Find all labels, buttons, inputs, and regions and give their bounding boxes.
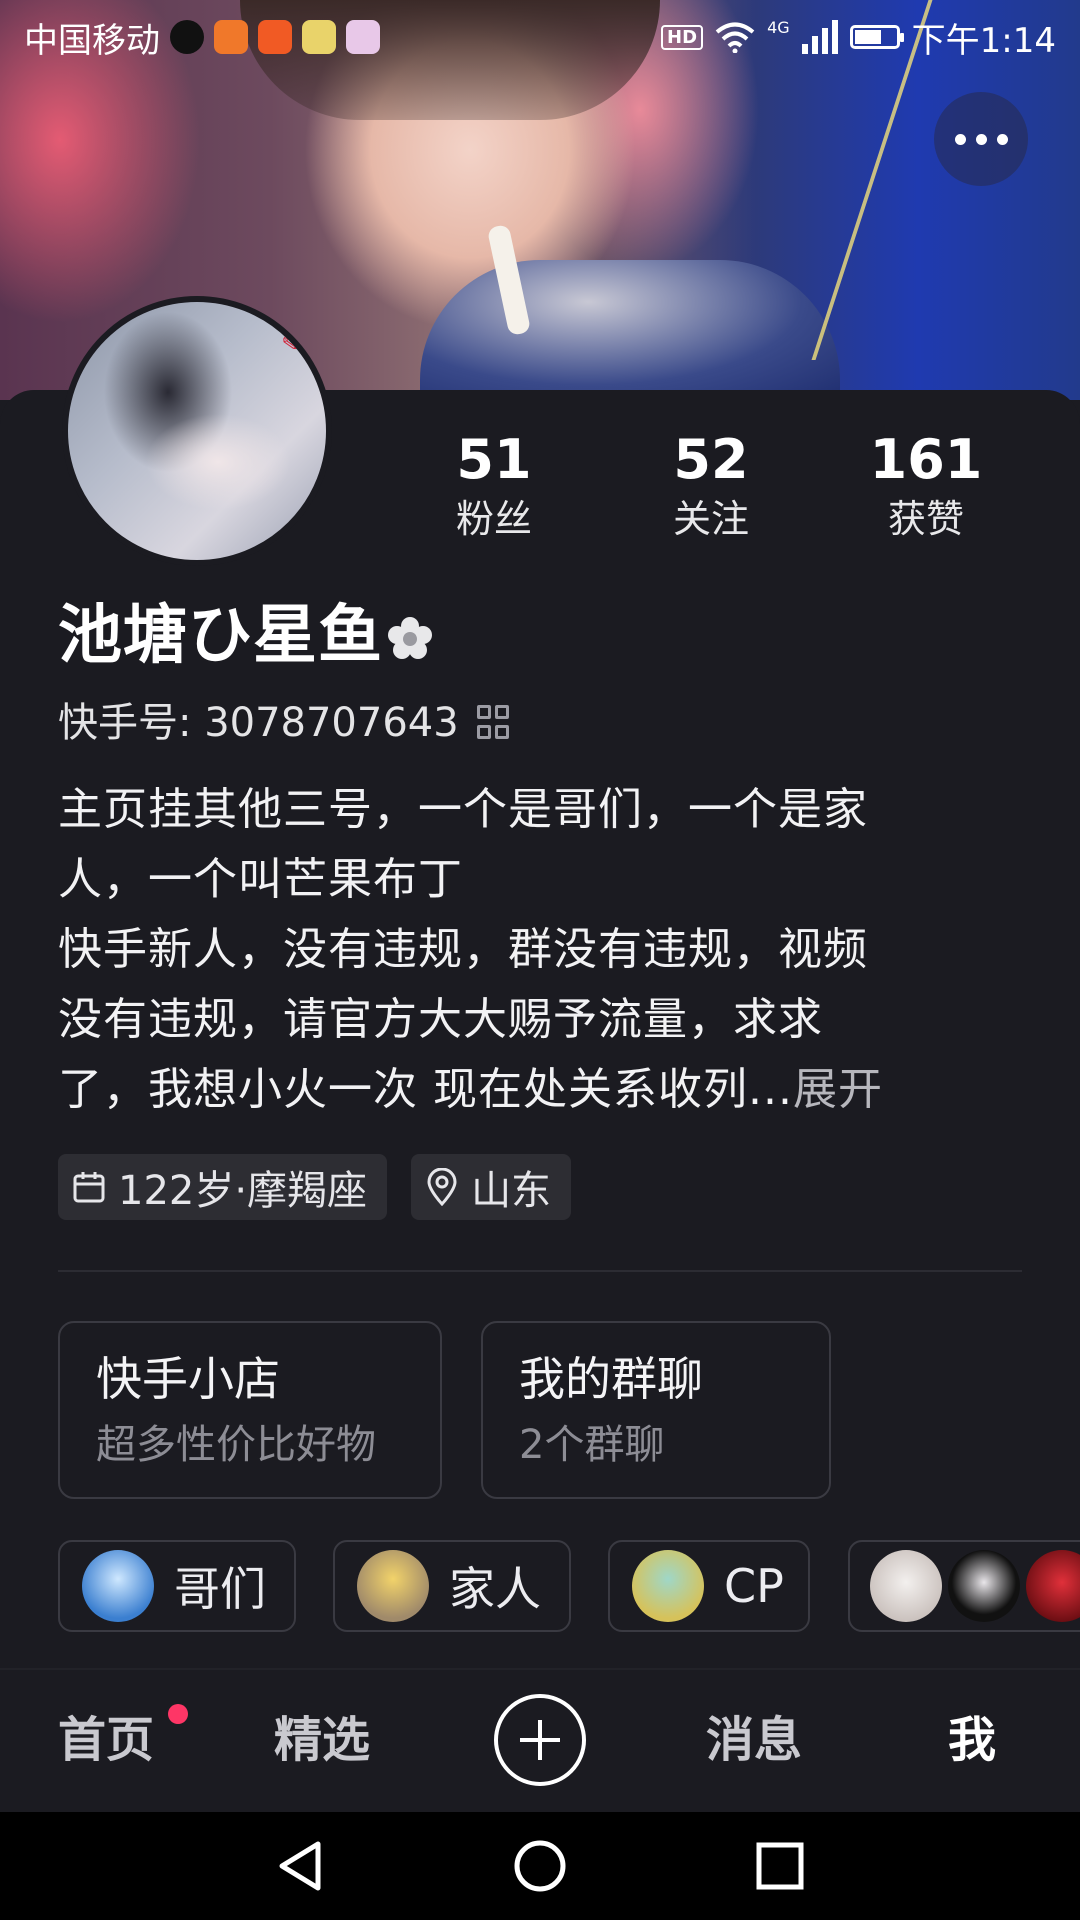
tab-messages[interactable]: 消息 bbox=[706, 1710, 802, 1770]
following-count: 52 bbox=[673, 428, 749, 491]
likes-label: 获赞 bbox=[887, 497, 964, 541]
flower-emoji-icon bbox=[388, 617, 432, 660]
bio-line: 了，我想小火一次 现在处关系收列... bbox=[58, 1064, 793, 1115]
more-linked-accounts-chip[interactable] bbox=[848, 1540, 1080, 1632]
signal-icon bbox=[801, 20, 838, 54]
network-type: 4G bbox=[767, 17, 790, 37]
profile-tags: 122岁·摩羯座 山东 bbox=[58, 1154, 572, 1220]
clock: 下午1:14 bbox=[911, 20, 1056, 61]
avatar bbox=[1026, 1550, 1080, 1622]
group-chats-card[interactable]: 我的群聊 2个群聊 bbox=[481, 1321, 831, 1499]
qr-code-icon[interactable] bbox=[476, 705, 509, 741]
age-constellation-text: 122岁·摩羯座 bbox=[118, 1168, 368, 1214]
bio-line: 没有违规，请官方大大赐予流量，求求 bbox=[58, 994, 823, 1045]
avatar bbox=[357, 1550, 429, 1622]
followers-count: 51 bbox=[456, 428, 532, 491]
tab-home[interactable]: 首页 bbox=[58, 1710, 154, 1770]
linked-account-name: 家人 bbox=[449, 1562, 541, 1616]
battery-icon bbox=[849, 25, 904, 49]
profile-bio[interactable]: 主页挂其他三号，一个是哥们，一个是家 人，一个叫芒果布丁 快手新人，没有违规，群… bbox=[58, 775, 998, 1125]
linked-account-name: 哥们 bbox=[174, 1562, 266, 1616]
profile-name-row: 池塘ひ星鱼 bbox=[58, 596, 433, 676]
shop-title: 快手小店 bbox=[96, 1352, 280, 1406]
bottom-tab-bar: 首页 精选 消息 我 bbox=[0, 1668, 1080, 1814]
more-icon-dot bbox=[996, 133, 1008, 145]
tab-me[interactable]: 我 bbox=[948, 1710, 996, 1770]
followers-label: 粉丝 bbox=[455, 497, 532, 541]
linked-accounts-row: 哥们 家人 CP bbox=[58, 1540, 1080, 1632]
section-divider bbox=[58, 1270, 1022, 1272]
gallery-app-icon bbox=[346, 20, 380, 54]
following-label: 关注 bbox=[672, 497, 749, 541]
profile-screen: 中国移动 HD 4G 下午1:14 ✎ 51 粉丝 52 关注 161 获赞 池… bbox=[0, 0, 1080, 1920]
kuaishou-id: 快手号: 3078707643 bbox=[58, 700, 459, 746]
avatar bbox=[82, 1550, 154, 1622]
group-chats-title: 我的群聊 bbox=[519, 1352, 703, 1406]
video-app-icon bbox=[214, 20, 248, 54]
cover-photo-detail bbox=[420, 260, 840, 400]
profile-name: 池塘ひ星鱼 bbox=[58, 599, 383, 673]
shop-subtitle: 超多性价比好物 bbox=[96, 1422, 376, 1468]
more-icon-dot bbox=[975, 133, 987, 145]
kuaishou-app-icon bbox=[258, 20, 292, 54]
expand-bio-link[interactable]: 展开 bbox=[793, 1064, 883, 1115]
following-stat[interactable]: 52 关注 bbox=[621, 428, 801, 544]
tab-featured[interactable]: 精选 bbox=[274, 1710, 370, 1770]
avatar[interactable]: ✎ bbox=[62, 296, 332, 566]
avatar bbox=[948, 1550, 1020, 1622]
followers-stat[interactable]: 51 粉丝 bbox=[404, 428, 584, 544]
likes-count: 161 bbox=[869, 428, 983, 491]
status-bar: 中国移动 HD 4G 下午1:14 bbox=[0, 0, 1080, 74]
bio-line-last: 了，我想小火一次 现在处关系收列...展开 bbox=[58, 1055, 998, 1125]
carrier-name: 中国移动 bbox=[24, 20, 160, 61]
back-icon[interactable] bbox=[272, 1838, 328, 1894]
bio-line: 快手新人，没有违规，群没有违规，视频 bbox=[58, 924, 868, 975]
recents-icon[interactable] bbox=[752, 1838, 808, 1894]
age-constellation-tag: 122岁·摩羯座 bbox=[58, 1154, 388, 1220]
location-pin-icon bbox=[427, 1168, 457, 1206]
more-options-button[interactable] bbox=[934, 92, 1028, 186]
home-icon[interactable] bbox=[512, 1838, 568, 1894]
linked-account-chip[interactable]: 哥们 bbox=[58, 1540, 296, 1632]
more-icon bbox=[954, 133, 966, 145]
wifi-icon bbox=[715, 22, 755, 53]
bio-line: 主页挂其他三号，一个是哥们，一个是家 bbox=[58, 784, 868, 835]
group-chats-subtitle: 2个群聊 bbox=[519, 1422, 665, 1468]
linked-account-name: CP bbox=[724, 1559, 784, 1613]
tiktok-app-icon bbox=[170, 20, 204, 54]
kuaishou-shop-card[interactable]: 快手小店 超多性价比好物 bbox=[58, 1321, 442, 1499]
avatar-app-icon bbox=[302, 20, 336, 54]
location-text: 山东 bbox=[471, 1168, 552, 1214]
avatar bbox=[632, 1550, 704, 1622]
create-post-button[interactable] bbox=[494, 1694, 586, 1786]
avatar bbox=[870, 1550, 942, 1622]
hd-voice-icon: HD bbox=[661, 24, 704, 50]
bio-line: 人，一个叫芒果布丁 bbox=[58, 854, 463, 905]
notification-dot bbox=[168, 1704, 188, 1724]
linked-account-chip[interactable]: CP bbox=[608, 1540, 810, 1632]
likes-stat[interactable]: 161 获赞 bbox=[836, 428, 1016, 544]
calendar-icon bbox=[73, 1172, 105, 1203]
linked-account-chip[interactable]: 家人 bbox=[333, 1540, 571, 1632]
system-navigation-bar bbox=[0, 1812, 1080, 1920]
kuaishou-id-row[interactable]: 快手号: 3078707643 bbox=[58, 698, 509, 748]
location-tag: 山东 bbox=[411, 1154, 572, 1220]
